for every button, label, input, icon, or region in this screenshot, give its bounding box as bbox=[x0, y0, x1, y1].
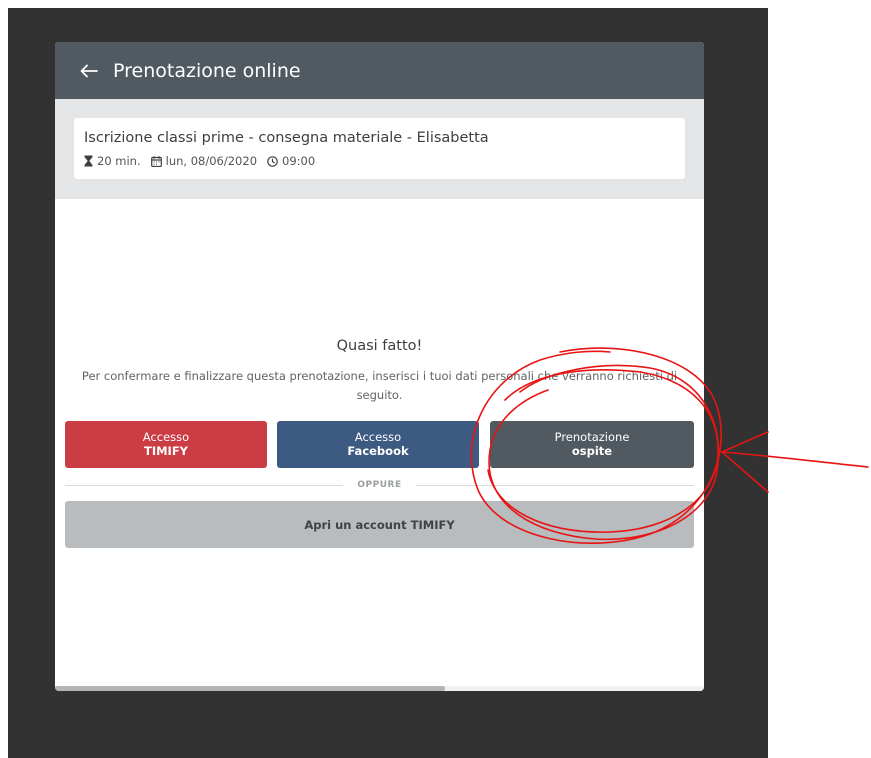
page-title: Prenotazione online bbox=[113, 59, 301, 82]
date-text: lun, 08/06/2020 bbox=[165, 154, 258, 168]
booking-meta: 20 min. lun, 08/06/2020 09:00 bbox=[84, 154, 325, 168]
horizontal-scrollbar[interactable] bbox=[55, 686, 704, 691]
arrow-left-icon[interactable] bbox=[79, 61, 99, 81]
create-account-label: Apri un account TIMIFY bbox=[304, 517, 455, 532]
service-name: Iscrizione classi prime - consegna mater… bbox=[84, 130, 489, 146]
facebook-login-button[interactable]: Accesso Facebook bbox=[277, 421, 479, 468]
almost-done-title: Quasi fatto! bbox=[336, 338, 423, 354]
time-text: 09:00 bbox=[282, 154, 316, 168]
facebook-login-line1: Accesso bbox=[354, 430, 402, 444]
instruction-text: Per confermare e finalizzare questa pren… bbox=[81, 369, 678, 402]
divider-line-right bbox=[415, 484, 695, 486]
booking-summary: Iscrizione classi prime - consegna mater… bbox=[74, 118, 685, 179]
calendar-icon bbox=[150, 155, 162, 167]
hourglass-icon bbox=[84, 155, 93, 167]
timify-login-button[interactable]: Accesso TIMIFY bbox=[65, 421, 267, 468]
booking-card: Prenotazione online Iscrizione classi pr… bbox=[55, 42, 704, 691]
or-label: OPPURE bbox=[357, 480, 402, 490]
time-item: 09:00 bbox=[267, 154, 315, 168]
header-bar: Prenotazione online bbox=[55, 42, 704, 99]
timify-login-line2: TIMIFY bbox=[143, 444, 189, 458]
duration-item: 20 min. bbox=[84, 154, 141, 168]
summary-band: Iscrizione classi prime - consegna mater… bbox=[55, 99, 704, 199]
timify-login-line1: Accesso bbox=[142, 430, 190, 444]
duration-text: 20 min. bbox=[97, 154, 141, 168]
guest-booking-line2: ospite bbox=[571, 444, 613, 458]
or-divider: OPPURE bbox=[65, 479, 695, 491]
clock-icon bbox=[267, 155, 278, 167]
create-account-button[interactable]: Apri un account TIMIFY bbox=[65, 501, 694, 548]
facebook-login-line2: Facebook bbox=[347, 444, 409, 458]
date-item: lun, 08/06/2020 bbox=[150, 154, 258, 168]
scrollbar-thumb[interactable] bbox=[55, 686, 445, 691]
guest-booking-button[interactable]: Prenotazione ospite bbox=[490, 421, 694, 468]
divider-line-left bbox=[65, 484, 344, 486]
guest-booking-line1: Prenotazione bbox=[554, 430, 630, 444]
